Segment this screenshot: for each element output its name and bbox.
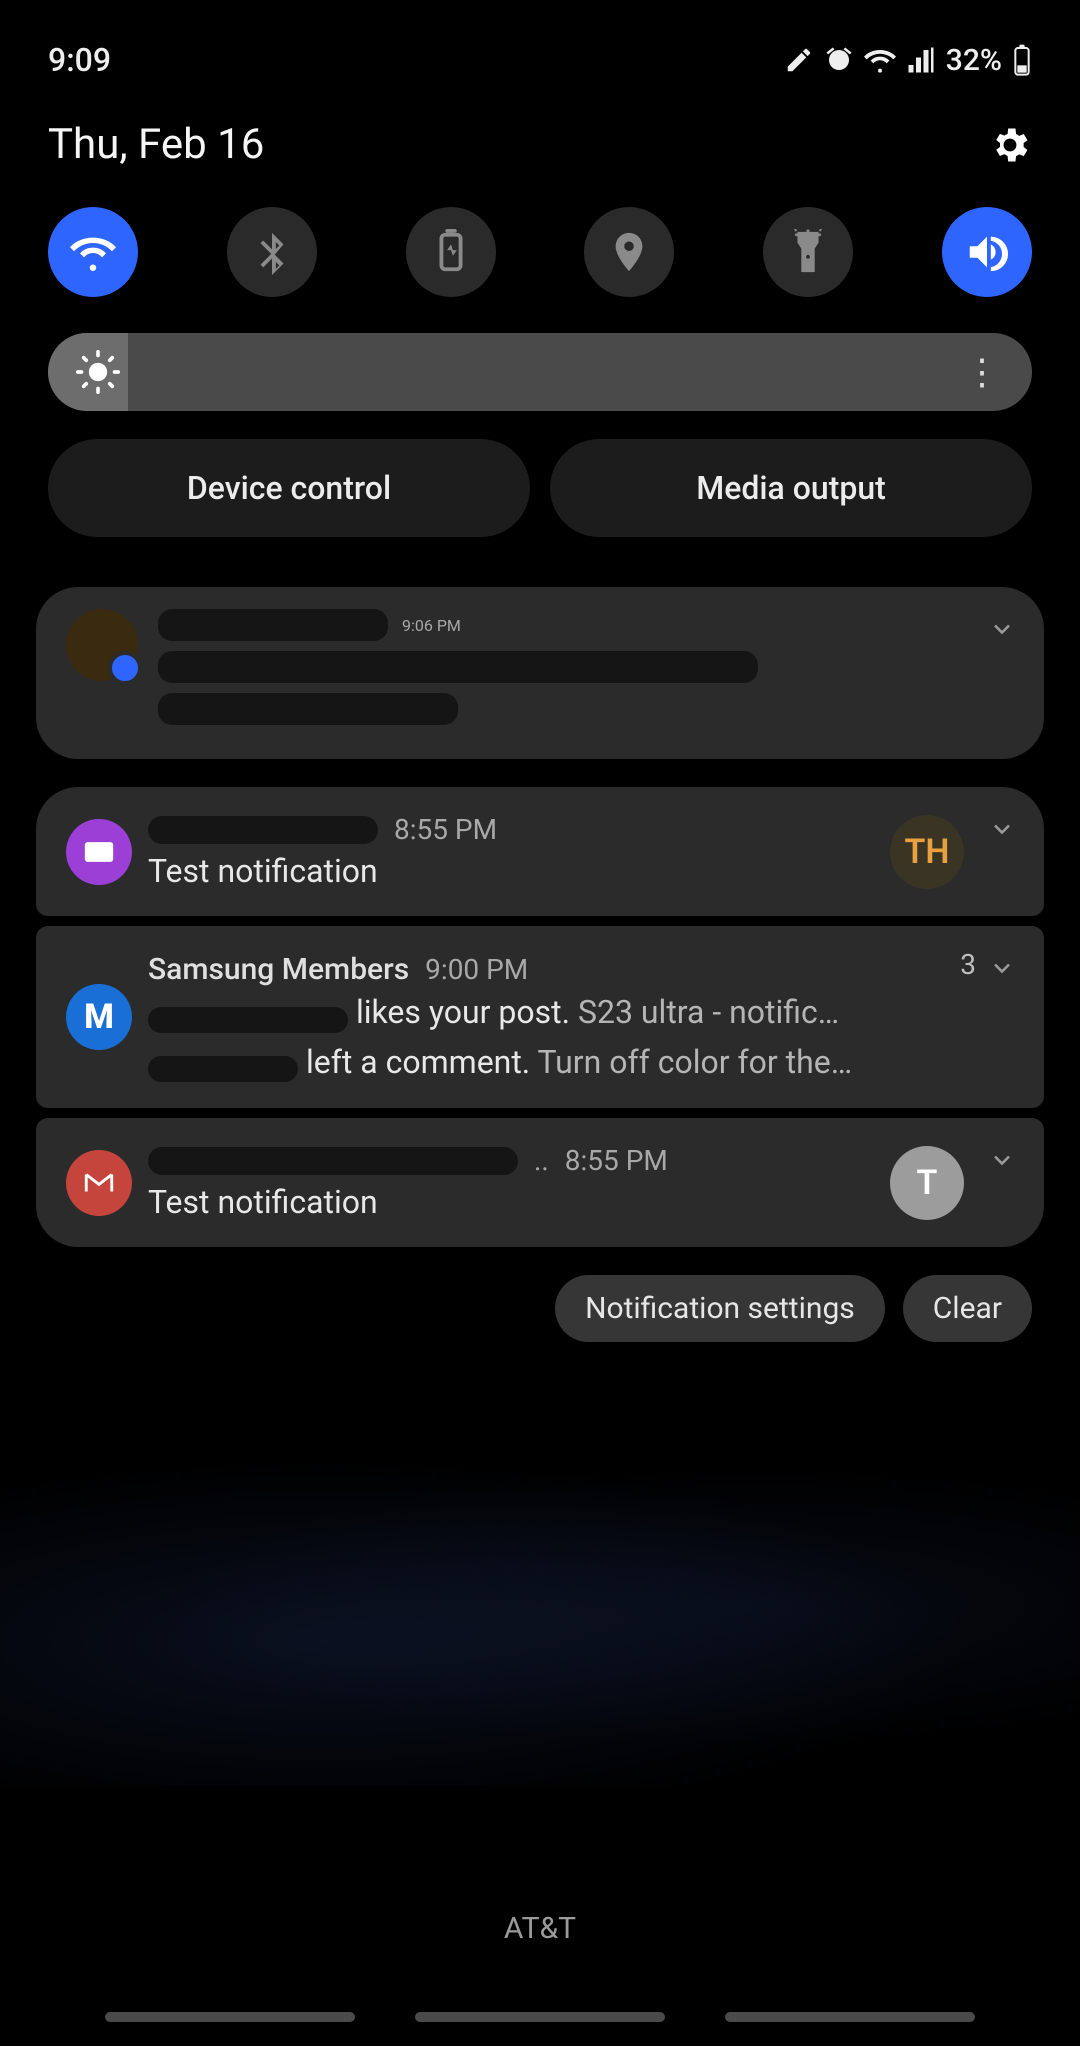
conversation-avatar bbox=[66, 609, 138, 681]
flashlight-icon bbox=[785, 229, 831, 275]
sender-avatar: T bbox=[890, 1146, 964, 1220]
status-bar: 9:09 32% bbox=[0, 0, 1080, 92]
status-icons: 32% bbox=[784, 43, 1032, 78]
background-blur bbox=[0, 1426, 1080, 1786]
bluetooth-icon bbox=[249, 229, 295, 275]
avatar-initials: TH bbox=[905, 832, 950, 872]
notif-body: Test notification bbox=[148, 1183, 924, 1221]
redacted-sender bbox=[148, 1147, 518, 1175]
notification-settings-button[interactable]: Notification settings bbox=[555, 1275, 885, 1342]
status-time: 9:09 bbox=[48, 41, 111, 79]
panel-row: Device control Media output bbox=[0, 439, 1080, 537]
notification-footer: Notification settings Clear bbox=[0, 1265, 1080, 1342]
sender-avatar: TH bbox=[890, 815, 964, 889]
qs-sound[interactable] bbox=[942, 207, 1032, 297]
carrier-label: AT&T bbox=[0, 1911, 1080, 1946]
location-icon bbox=[606, 229, 652, 275]
battery-pct: 32% bbox=[946, 43, 1002, 78]
brightness-more-icon[interactable]: ⋮ bbox=[964, 351, 1002, 393]
notification-gmail[interactable]: T .. 8:55 PM Test notification bbox=[36, 1118, 1044, 1247]
avatar-initials: T bbox=[917, 1163, 938, 1203]
qs-battery[interactable] bbox=[406, 207, 496, 297]
battery-icon bbox=[1012, 44, 1032, 76]
notif-count: 3 bbox=[960, 948, 976, 981]
notif-app: Samsung Members bbox=[148, 952, 409, 987]
chip-label: Notification settings bbox=[585, 1291, 855, 1326]
signal-icon bbox=[906, 45, 936, 75]
members-app-icon: M bbox=[66, 984, 132, 1050]
quick-settings-row bbox=[0, 181, 1080, 321]
gear-icon[interactable] bbox=[988, 123, 1032, 167]
battery-care-icon bbox=[428, 229, 474, 275]
qs-wifi[interactable] bbox=[48, 207, 138, 297]
nav-back[interactable] bbox=[725, 2012, 975, 2022]
notification-members[interactable]: 3 M Samsung Members 9:00 PM likes your p… bbox=[36, 926, 1044, 1108]
alarm-icon bbox=[824, 45, 854, 75]
device-control-button[interactable]: Device control bbox=[48, 439, 530, 537]
pen-icon bbox=[784, 45, 814, 75]
mail-app-icon bbox=[66, 819, 132, 885]
notif-line2: left a comment. Turn off color for the… bbox=[148, 1043, 1014, 1083]
nav-recents[interactable] bbox=[105, 2012, 355, 2022]
notif-time: 9:06 PM bbox=[402, 616, 461, 635]
notif-body: Test notification bbox=[148, 852, 924, 890]
notification-mail[interactable]: TH 8:55 PM Test notification bbox=[36, 787, 1044, 916]
redacted-line bbox=[158, 693, 458, 725]
redacted-name bbox=[148, 1056, 298, 1082]
media-output-label: Media output bbox=[696, 469, 886, 507]
media-output-button[interactable]: Media output bbox=[550, 439, 1032, 537]
redacted-sender bbox=[158, 609, 388, 641]
chevron-down-icon[interactable] bbox=[988, 1146, 1016, 1174]
qs-flashlight[interactable] bbox=[763, 207, 853, 297]
notif-time: 8:55 PM bbox=[394, 813, 497, 846]
date-row: Thu, Feb 16 bbox=[0, 92, 1080, 181]
device-control-label: Device control bbox=[187, 469, 391, 507]
brightness-slider[interactable]: ⋮ bbox=[48, 333, 1032, 411]
qs-location[interactable] bbox=[584, 207, 674, 297]
notif-time: 9:00 PM bbox=[425, 953, 528, 986]
sound-icon bbox=[964, 229, 1010, 275]
nav-bar bbox=[0, 2012, 1080, 2022]
date-text[interactable]: Thu, Feb 16 bbox=[48, 120, 264, 169]
gmail-app-icon bbox=[66, 1150, 132, 1216]
notif-line1: likes your post. S23 ultra - notific… bbox=[148, 993, 1014, 1033]
wifi-icon bbox=[70, 229, 116, 275]
clear-button[interactable]: Clear bbox=[903, 1275, 1032, 1342]
redacted-sender bbox=[148, 816, 378, 844]
chevron-down-icon[interactable] bbox=[988, 954, 1016, 982]
redacted-name bbox=[148, 1007, 348, 1033]
chevron-down-icon[interactable] bbox=[988, 615, 1016, 643]
gmail-icon bbox=[82, 1166, 116, 1200]
chevron-down-icon[interactable] bbox=[988, 815, 1016, 843]
nav-home[interactable] bbox=[415, 2012, 665, 2022]
qs-bluetooth[interactable] bbox=[227, 207, 317, 297]
envelope-icon bbox=[82, 835, 116, 869]
redacted-line bbox=[158, 651, 758, 683]
notification-group: TH 8:55 PM Test notification 3 M S bbox=[36, 787, 1044, 1247]
notif-time: 8:55 PM bbox=[565, 1144, 668, 1177]
chip-label: Clear bbox=[933, 1291, 1002, 1326]
brightness-icon bbox=[76, 350, 120, 394]
wifi-icon bbox=[864, 44, 896, 76]
notification-conversation[interactable]: 9:06 PM bbox=[36, 587, 1044, 759]
m-icon: M bbox=[84, 997, 114, 1037]
